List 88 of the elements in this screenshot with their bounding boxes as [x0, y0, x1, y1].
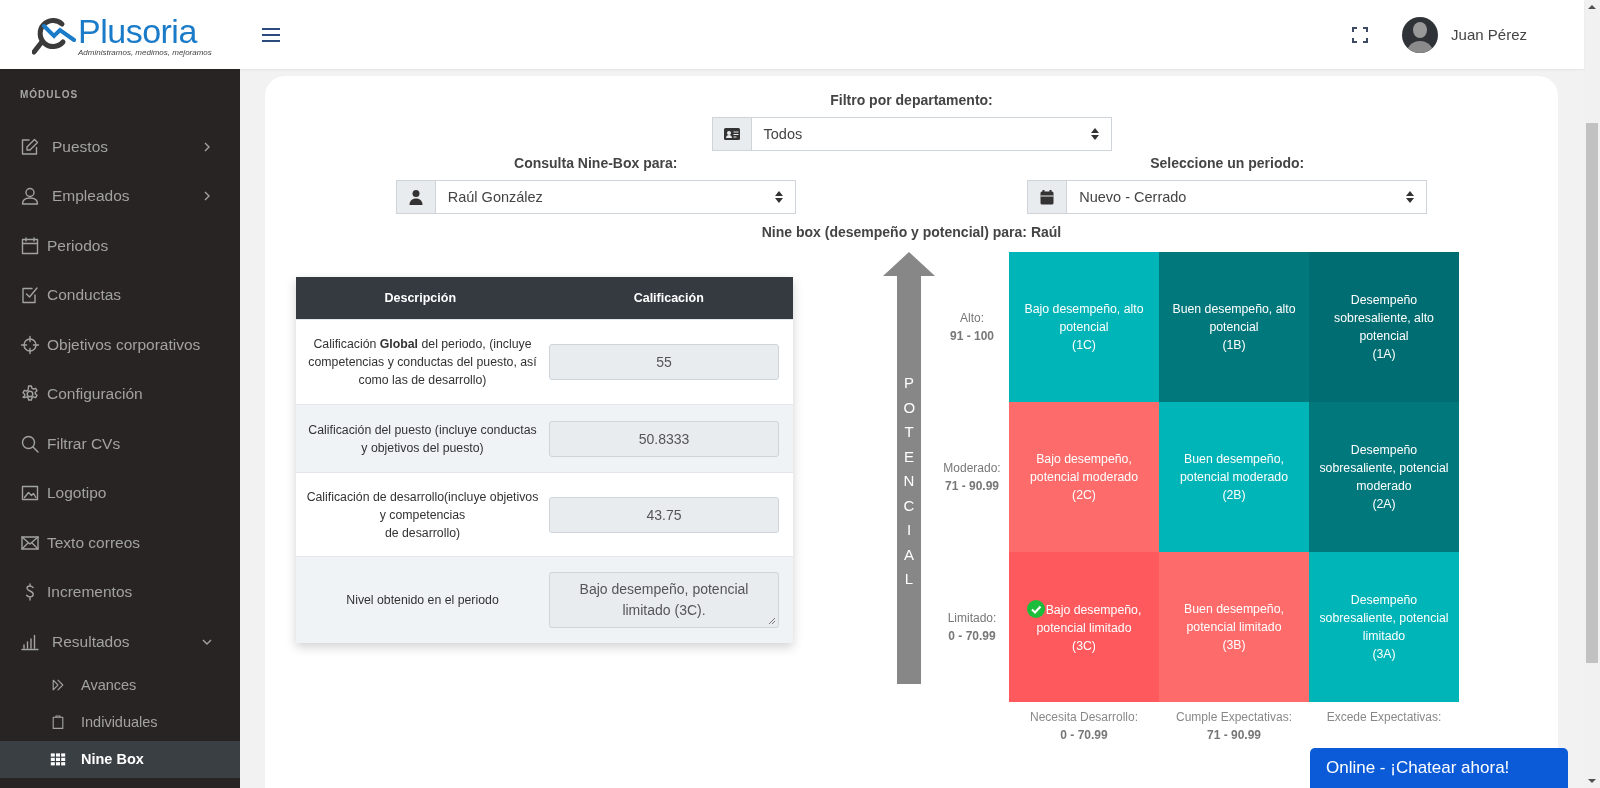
cell-code: (1C): [1072, 337, 1096, 354]
cell-label: Buen desempeño, alto potencial: [1172, 302, 1296, 334]
crosshair-icon: [20, 334, 40, 355]
field-label: Consulta Nine-Box para:: [514, 155, 678, 171]
resize-grip-icon: [768, 617, 776, 625]
chevron-right-icon: [202, 191, 212, 202]
column-label: Excede Expectativas:: [1326, 709, 1442, 726]
select-field[interactable]: Nuevo - Cerrado: [1027, 180, 1428, 214]
column-header: Descripción: [383, 291, 458, 305]
sidebar-subitem[interactable]: Nine Box: [0, 740, 240, 778]
axis-label: POTENCIAL: [903, 373, 915, 589]
row-range: 91 - 100: [949, 328, 994, 345]
checkbox-icon: [20, 285, 40, 306]
sidebar-subitem[interactable]: Individuales: [0, 703, 240, 741]
column-label: Cumple Expectativas:: [1175, 709, 1293, 726]
sidebar-subitem[interactable]: Avances: [0, 666, 240, 704]
row-description: Nivel obtenido en el periodo: [345, 592, 500, 609]
sort-caret-icon: [1406, 191, 1415, 203]
sidebar-item[interactable]: Resultados: [0, 617, 240, 667]
cell-label: Desempeño sobresaliente, potencial moderado: [1319, 443, 1449, 493]
logo-wordmark: Plusoria: [78, 13, 199, 48]
calendar-icon: [20, 235, 40, 256]
pencil-square-icon: [20, 136, 40, 157]
column-range: 0 - 70.99: [1060, 727, 1108, 744]
select-field[interactable]: Todos: [711, 117, 1112, 151]
result-text-area: Bajo desempeño, potencial limitado (3C).: [549, 572, 779, 628]
field-label: Seleccione un periodo:: [1150, 155, 1305, 171]
search-icon: [20, 433, 40, 454]
cell-code: (1A): [1372, 346, 1396, 363]
cell-label: Desempeño sobresaliente, alto potencial: [1334, 293, 1434, 343]
cell-code: (2A): [1372, 496, 1396, 513]
user-icon: [20, 186, 40, 207]
row-description: Calificación Global del periodo, (incluye competencias y conductas del puesto, así como las de desarrollo): [307, 336, 538, 389]
fullscreen-icon: [1352, 26, 1369, 43]
row-range: 71 - 90.99: [944, 478, 999, 495]
sidebar-item[interactable]: Empleados: [0, 171, 240, 221]
sidebar-item[interactable]: Periodos: [0, 221, 240, 271]
row-description: Calificación del puesto (incluye conductas y objetivos del puesto): [307, 421, 538, 457]
sidebar-item[interactable]: Configuración: [0, 369, 240, 419]
column-header: Calificación: [632, 291, 705, 305]
sidebar-item[interactable]: Filtrar CVs: [0, 419, 240, 469]
row-label: Moderado:: [943, 460, 1001, 477]
cell-label: Buen desempeño, potencial moderado: [1180, 452, 1288, 484]
sidebar-item[interactable]: Puestos: [0, 122, 240, 172]
chart-title: Nine box (desempeño y potencial) para: Raúl: [760, 224, 1063, 240]
user-name[interactable]: Juan Pérez: [1451, 26, 1527, 43]
chevron-right-icon: [202, 141, 212, 152]
row-description: Calificación de desarrollo(incluye objetivos y competencias de desarrollo): [305, 488, 540, 542]
column-label: Necesita Desarrollo:: [1029, 709, 1138, 726]
id-card-icon: [723, 126, 740, 142]
avatar-icon[interactable]: [1402, 16, 1439, 53]
cell-label: Bajo desempeño, potencial limitado: [1036, 602, 1142, 635]
sidebar-item[interactable]: Objetivos corporativos: [0, 320, 240, 370]
score-field: 50.8333: [549, 420, 779, 457]
score-field: 55: [549, 344, 779, 380]
chat-button[interactable]: Online - ¡Chatear ahora!: [1310, 748, 1568, 788]
score-field: 43.75: [549, 496, 779, 533]
row-range: 0 - 70.99: [948, 628, 996, 645]
logo-tagline: Administramos, medimos, mejoramos: [78, 47, 212, 58]
cell-label: Buen desempeño, potencial limitado: [1184, 602, 1284, 634]
sidebar-item[interactable]: Incrementos: [0, 567, 240, 617]
cell-label: Desempeño sobresaliente, potencial limitado: [1319, 593, 1449, 643]
field-label: Filtro por departamento:: [830, 92, 993, 108]
sort-caret-icon: [1090, 128, 1099, 140]
sidebar-item[interactable]: Texto correos: [0, 518, 240, 568]
check-circle-icon: [1026, 599, 1045, 618]
user-icon: [407, 189, 424, 205]
row-label: Alto:: [960, 310, 984, 327]
cell-code: (2C): [1072, 487, 1096, 504]
cell-code: (3A): [1372, 646, 1396, 663]
row-label: Limitado:: [947, 610, 997, 627]
select-field[interactable]: Raúl González: [395, 180, 796, 214]
sidebar-item[interactable]: Logotipo: [0, 468, 240, 518]
cell-code: (1B): [1222, 337, 1246, 354]
grid-icon: [50, 751, 66, 767]
cell-code: (2B): [1222, 487, 1246, 504]
calendar-icon: [1039, 189, 1056, 205]
cell-label: Bajo desempeño, alto potencial: [1024, 302, 1144, 334]
section-title: MÓDULOS: [19, 89, 80, 100]
double-chevron-icon: [50, 677, 66, 693]
clipboard-icon: [50, 714, 66, 730]
cell-label: Bajo desempeño, potencial moderado: [1030, 452, 1138, 484]
sidebar-item[interactable]: Conductas: [0, 270, 240, 320]
cell-code: (3B): [1222, 637, 1246, 654]
menu-icon: [261, 26, 281, 43]
sort-caret-icon: [774, 191, 783, 203]
cell-code: (3C): [1072, 637, 1096, 655]
column-range: 71 - 90.99: [1206, 727, 1261, 744]
